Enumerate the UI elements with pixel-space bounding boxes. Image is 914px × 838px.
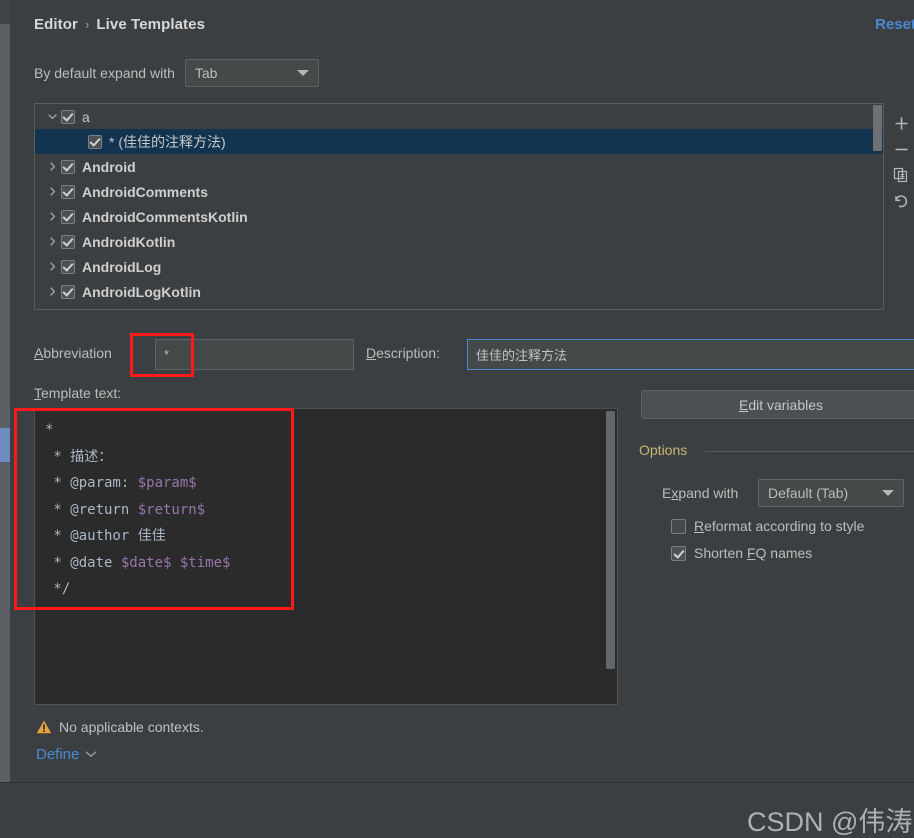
- templates-tree[interactable]: a * (佳佳的注释方法) Android AndroidComments Androi…: [34, 103, 884, 310]
- tree-toolbar: [888, 103, 914, 310]
- template-variable: $date$: [120, 554, 172, 571]
- description-label: Description:: [366, 345, 440, 361]
- breadcrumb-root[interactable]: Editor: [34, 16, 78, 33]
- tree-row-checkbox[interactable]: [61, 159, 75, 174]
- expand-with-label: Expand with: [662, 485, 739, 501]
- expand-with-select[interactable]: Default (Tab): [758, 479, 904, 507]
- left-rail-top: [0, 0, 10, 24]
- breadcrumb: Editor › Live Templates: [34, 16, 205, 33]
- edit-variables-label: Edit variables: [738, 396, 824, 413]
- options-divider: [705, 451, 914, 452]
- tree-row-label: Android: [82, 158, 136, 175]
- breadcrumb-current: Live Templates: [96, 16, 206, 33]
- left-rail: [0, 0, 10, 838]
- revert-template-icon[interactable]: [889, 188, 913, 214]
- default-expand-value: Tab: [194, 65, 218, 81]
- tree-row-checkbox[interactable]: [61, 259, 75, 274]
- abbreviation-input[interactable]: [155, 339, 354, 370]
- default-expand-select[interactable]: Tab: [184, 59, 319, 87]
- chevron-down-icon[interactable]: [43, 108, 61, 126]
- template-variable: $time$: [179, 554, 231, 571]
- define-context-link[interactable]: Define: [36, 745, 97, 763]
- chevron-down-icon: [882, 490, 894, 496]
- tree-row[interactable]: AndroidCommentsKotlin: [35, 204, 883, 229]
- live-templates-settings-dialog: Editor › Live Templates Reset By default e…: [0, 0, 914, 838]
- tree-row-label: AndroidComments: [82, 183, 208, 200]
- template-text-editor[interactable]: * * 描述： * @param: $param$ * @return $ret…: [34, 408, 618, 705]
- chevron-down-icon: [85, 745, 97, 763]
- tree-scrollbar-thumb[interactable]: [873, 105, 882, 151]
- tree-row[interactable]: Android: [35, 154, 883, 179]
- shorten-fq-label: Shorten FQ names: [694, 545, 813, 561]
- tree-row-checkbox[interactable]: [61, 284, 75, 299]
- template-variable: $param$: [137, 475, 197, 491]
- tree-row-checkbox[interactable]: [61, 234, 75, 249]
- chevron-right-icon[interactable]: [43, 158, 61, 176]
- chevron-right-icon[interactable]: [43, 183, 61, 201]
- description-input[interactable]: [467, 339, 914, 370]
- reformat-label: Reformat according to style: [694, 518, 865, 534]
- chevron-right-icon[interactable]: [43, 208, 61, 226]
- options-group-title: Options: [639, 442, 696, 458]
- chevron-right-icon[interactable]: [43, 258, 61, 276]
- tree-row-checkbox[interactable]: [88, 134, 102, 149]
- left-scrollbar-track[interactable]: [0, 24, 10, 782]
- tree-row-label: * (佳佳的注释方法): [109, 133, 226, 150]
- tree-row[interactable]: AndroidKotlin: [35, 229, 883, 254]
- edit-variables-button[interactable]: Edit variables: [641, 390, 914, 419]
- warning-triangle-icon: [36, 719, 52, 735]
- shorten-fq-checkbox[interactable]: [671, 545, 686, 561]
- tree-row-label: a: [82, 108, 90, 125]
- warning-text: No applicable contexts.: [59, 719, 204, 735]
- remove-template-button[interactable]: [889, 136, 913, 162]
- left-gutter: [10, 0, 22, 782]
- reset-link[interactable]: Reset: [875, 16, 914, 33]
- no-contexts-warning: No applicable contexts.: [36, 719, 204, 735]
- left-scrollbar-thumb[interactable]: [0, 428, 10, 462]
- dialog-footer: OK Cancel Apply: [0, 783, 914, 838]
- templates-tree-list[interactable]: a * (佳佳的注释方法) Android AndroidComments Androi…: [35, 104, 883, 309]
- tree-row-label: AndroidLog: [82, 258, 162, 275]
- chevron-right-icon[interactable]: [43, 233, 61, 251]
- tree-row-checkbox[interactable]: [61, 184, 75, 199]
- default-expand-label: By default expand with: [34, 65, 175, 81]
- reformat-checkbox[interactable]: [671, 518, 686, 534]
- tree-row-checkbox[interactable]: [61, 209, 75, 224]
- tree-row-label: AndroidCommentsKotlin: [82, 208, 248, 225]
- reformat-checkbox-row[interactable]: Reformat according to style: [671, 518, 864, 534]
- define-label: Define: [36, 745, 80, 763]
- chevron-down-icon: [296, 70, 309, 76]
- breadcrumb-separator-icon: ›: [84, 17, 90, 32]
- expand-with-value: Default (Tab): [768, 485, 849, 501]
- template-text-label: Template text:: [34, 385, 122, 401]
- tree-row-label: AndroidLogKotlin: [82, 283, 201, 300]
- template-text-content[interactable]: * * 描述： * @param: $param$ * @return $ret…: [45, 417, 599, 603]
- editor-scrollbar-thumb[interactable]: [606, 411, 615, 669]
- shorten-fq-checkbox-row[interactable]: Shorten FQ names: [671, 545, 812, 561]
- tree-row-checkbox[interactable]: [61, 109, 75, 124]
- add-template-button[interactable]: [889, 110, 913, 136]
- template-variable: $return$: [137, 501, 206, 518]
- settings-content-pane: Editor › Live Templates Reset By default e…: [22, 0, 914, 782]
- duplicate-template-icon[interactable]: [889, 162, 913, 188]
- tree-row[interactable]: AndroidLogKotlin: [35, 279, 883, 304]
- tree-row[interactable]: AndroidLog: [35, 254, 883, 279]
- tree-row[interactable]: * (佳佳的注释方法): [35, 129, 883, 154]
- abbreviation-label: Abbreviation: [34, 345, 112, 361]
- tree-row[interactable]: a: [35, 104, 883, 129]
- chevron-right-icon[interactable]: [43, 283, 61, 301]
- tree-scrollbar-track[interactable]: [873, 105, 882, 308]
- tree-row[interactable]: AndroidComments: [35, 179, 883, 204]
- tree-row-label: AndroidKotlin: [82, 233, 176, 250]
- default-expand-row: By default expand with Tab: [34, 59, 319, 87]
